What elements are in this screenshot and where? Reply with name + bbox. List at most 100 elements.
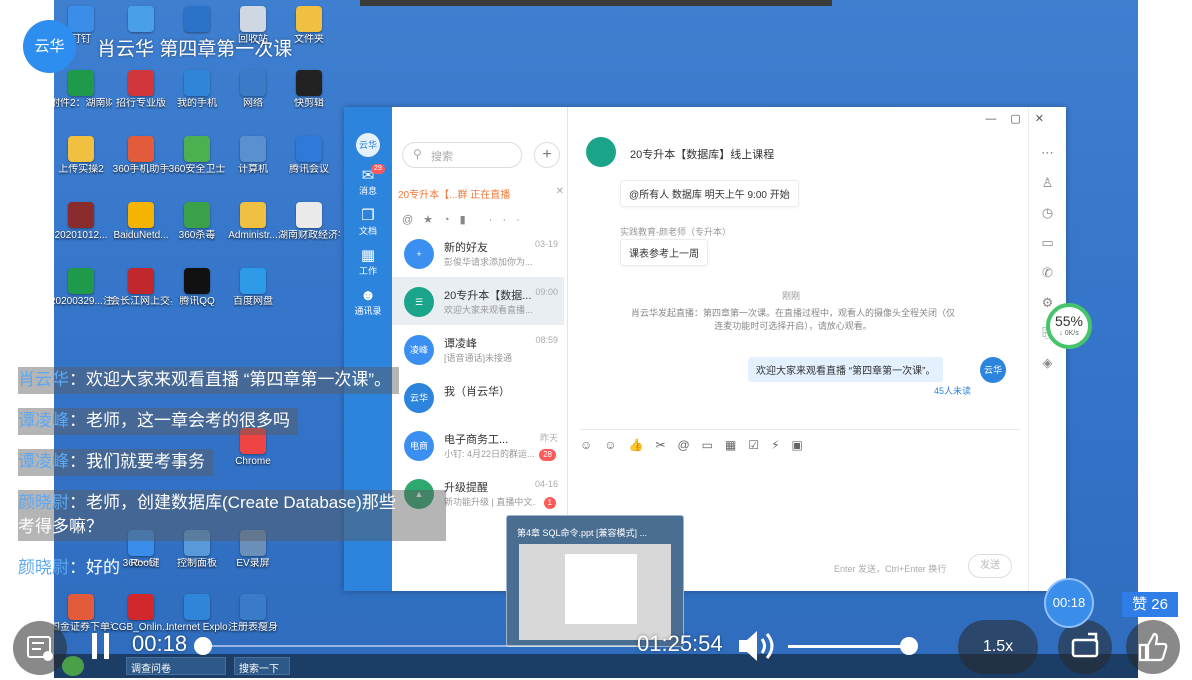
system-message: 肖云华发起直播：第四章第一次课。在直播过程中，观看人的摄像头全程关闭（仅连麦功能…	[630, 308, 955, 331]
desktop-icon[interactable]: Internet Explorer	[166, 594, 228, 634]
my-message: 欢迎大家来观看直播 “第四章第一次课”。	[748, 357, 944, 382]
desktop-icon[interactable]: 计算机	[222, 136, 284, 176]
window-edge	[360, 0, 832, 6]
list-item[interactable]: 凌峰 谭凌峰 [语音通话]未接通 08:59	[392, 325, 564, 373]
desktop-icon[interactable]: 腾讯会议	[278, 136, 340, 176]
grid-icon: ▦	[360, 247, 376, 264]
chat-app-window: 云华 ✉ 消息 29 ❒ 文档 ▦ 工作 ☻ 通讯录 ⚲ 搜索 + 20专升本【...群 正…	[344, 107, 1066, 591]
avatar: 云华	[404, 383, 434, 413]
avatar: 凌峰	[404, 335, 434, 365]
desktop-icon[interactable]: 腾讯QQ	[166, 268, 228, 308]
desktop-icon[interactable]: 会长江网上交易财智版	[110, 268, 172, 308]
editor-toolbar[interactable]: ☺☺👍✂@▭▦☑⚡▣	[580, 429, 1020, 452]
add-member-icon[interactable]: ♙	[1029, 175, 1066, 191]
folder-icon[interactable]: ▭	[1029, 235, 1066, 251]
desktop-icon[interactable]: 百度网盘	[222, 268, 284, 308]
desktop-icon[interactable]: 20200329...注册登录恣	[54, 268, 112, 308]
comment: 谭凌峰：我们就要考事务	[18, 449, 213, 476]
slide-preview	[519, 544, 671, 640]
list-item[interactable]: 云华 我（肖云华）	[392, 373, 564, 421]
desktop-icon[interactable]	[166, 6, 228, 34]
comment-list-icon	[27, 636, 53, 661]
message: @所有人 数据库 明天上午 9:00 开始	[620, 180, 799, 207]
network-gauge: 55% ↓ 0K/s	[1046, 303, 1092, 349]
total-time: 01:25:54	[637, 631, 723, 656]
desktop-icon[interactable]: 网络	[222, 70, 284, 110]
group-avatar	[586, 137, 616, 167]
nav-messages[interactable]: ✉ 消息 29	[344, 164, 392, 197]
comment: 谭凌峰：老师，这一章会考的很多吗	[18, 408, 298, 435]
desktop-icon[interactable]: 360杀毒	[166, 202, 228, 242]
announce-icon[interactable]: ✆	[1029, 265, 1066, 281]
list-item[interactable]: + 新的好友 彭俊华请求添加你为... 03-19	[392, 229, 564, 277]
desktop-icon[interactable]: CGB_Onlin...	[110, 594, 172, 634]
current-time: 00:18	[132, 631, 188, 656]
taskbar-item[interactable]: 调查问卷	[126, 657, 226, 675]
pause-icon	[92, 633, 109, 659]
nav-work[interactable]: ▦ 工作	[344, 247, 392, 277]
desktop-icon[interactable]: 20201012...	[54, 202, 112, 242]
timestamp: 刚刚	[782, 291, 801, 301]
desktop-icon[interactable]: 我的手机	[166, 70, 228, 110]
comment: 颜晓尉：好的	[18, 558, 120, 577]
avatar: ☰	[404, 287, 434, 317]
avatar: 云华	[980, 357, 1006, 383]
pause-button[interactable]	[92, 633, 110, 664]
search-icon: ⚲	[413, 147, 422, 161]
desktop-icon[interactable]: 360安全卫士	[166, 136, 228, 176]
time-bubble: 00:18	[1044, 578, 1094, 628]
nav-documents[interactable]: ❒ 文档	[344, 207, 392, 237]
like-button[interactable]	[1126, 620, 1180, 674]
more-icon[interactable]: ⋯	[1029, 145, 1066, 161]
message-sender: 实践教育-颜老师（专升本）	[620, 227, 731, 237]
comment: 肖云华：欢迎大家来观看直播 “第四章第一次课”。	[18, 367, 400, 394]
desktop-icon[interactable]: 招行专业版	[110, 70, 172, 110]
close-icon[interactable]: ✕	[556, 186, 564, 197]
volume-handle[interactable]	[900, 637, 918, 655]
volume-slider[interactable]	[788, 637, 918, 655]
volume-button[interactable]	[737, 628, 779, 669]
list-item[interactable]: ☰ 20专升本【数据... 欢迎大家来观看直播... 09:00	[392, 277, 564, 325]
search-input[interactable]: ⚲ 搜索	[402, 142, 522, 168]
comments-toggle-button[interactable]	[13, 621, 67, 675]
seek-bar[interactable]	[194, 637, 638, 655]
seek-handle[interactable]	[194, 637, 212, 655]
message: 课表参考上一周	[620, 239, 708, 266]
chat-title: 20专升本【数据库】线上课程	[630, 149, 775, 161]
unread-badge: 29	[371, 164, 385, 174]
streamer-avatar[interactable]: 云华	[23, 20, 76, 73]
desktop-icon[interactable]: BaiduNetd...	[110, 202, 172, 242]
desktop-icon[interactable]	[110, 6, 172, 34]
list-item[interactable]: 电商 电子商务工... 小钉: 4月22日的群运... 昨天 28	[392, 421, 564, 469]
desktop-icon[interactable]: 360手机助手	[110, 136, 172, 176]
desktop-icon[interactable]: 快剪辑	[278, 70, 340, 110]
chat-side-tools[interactable]: ⋯ ♙ ◷ ▭ ✆ ⚙ ⎘ ◈	[1028, 107, 1066, 591]
doc-icon: ❒	[361, 207, 375, 224]
user-avatar[interactable]: 云华	[356, 133, 380, 157]
history-icon[interactable]: ◷	[1029, 205, 1066, 221]
desktop-icon[interactable]: 注册表瘦身	[222, 594, 284, 634]
avatar: 电商	[404, 431, 434, 461]
desktop-icon[interactable]: 上传实操2	[54, 136, 112, 176]
desktop-icon[interactable]: Administr...	[222, 202, 284, 242]
rotate-button[interactable]	[1058, 620, 1112, 674]
add-button[interactable]: +	[534, 142, 560, 168]
live-banner[interactable]: 20专升本【...群 正在直播 ✕	[398, 186, 564, 201]
taskbar-item[interactable]: 搜索一下	[234, 657, 290, 675]
contacts-icon: ☻	[360, 287, 376, 304]
nav-contacts[interactable]: ☻ 通讯录	[344, 287, 392, 317]
speed-button[interactable]: 1.5x	[958, 620, 1038, 674]
desktop-background: 钉钉 回收站 文件夹 附件2：湖南财政经济 招行专业版 我的手机 网络 快剪辑 …	[54, 0, 1138, 678]
send-button[interactable]: 发送	[968, 554, 1012, 578]
speaker-icon	[739, 631, 774, 661]
desktop-icon[interactable]: 湖南财政经济学院信	[278, 202, 340, 242]
avatar: +	[404, 239, 434, 269]
cube-icon[interactable]: ◈	[1029, 355, 1066, 371]
unread-count[interactable]: 45人未读	[934, 384, 971, 397]
stream-title: 肖云华 第四章第一次课	[97, 39, 293, 60]
taskbar-thumbnail[interactable]: 第4章 SQL命令.ppt [兼容模式] ...	[506, 515, 684, 647]
desktop-icon[interactable]: 附件2：湖南财政经济	[54, 70, 112, 110]
like-count: 赞 26	[1122, 592, 1178, 617]
comment: 颜晓尉：老师，创建数据库(Create Database)那些 考得多嘛？	[18, 490, 446, 541]
list-filter-tools[interactable]: @★◔▮ ···	[402, 213, 530, 226]
